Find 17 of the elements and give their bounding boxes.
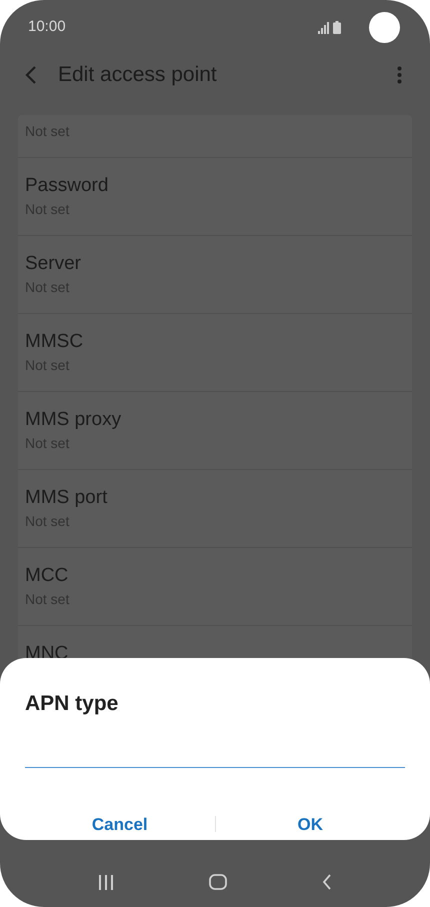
dialog-title: APN type	[25, 691, 120, 717]
cancel-button[interactable]: Cancel	[25, 806, 214, 843]
status-time: 10:00	[28, 17, 66, 38]
battery-icon	[333, 21, 341, 34]
setting-label: Password	[25, 174, 110, 198]
page-title: Edit access point	[58, 62, 217, 88]
setting-label: MMS proxy	[25, 408, 122, 432]
back-nav-icon[interactable]	[322, 874, 332, 890]
setting-label: MMS port	[25, 486, 108, 510]
home-icon[interactable]	[208, 874, 227, 890]
ok-button[interactable]: OK	[216, 806, 405, 843]
setting-label: Server	[25, 252, 82, 276]
setting-label: MMSC	[25, 330, 84, 354]
camera-hole	[369, 12, 400, 43]
signal-icon	[318, 22, 330, 34]
setting-label: MCC	[25, 564, 70, 588]
recent-apps-icon[interactable]	[98, 874, 114, 890]
